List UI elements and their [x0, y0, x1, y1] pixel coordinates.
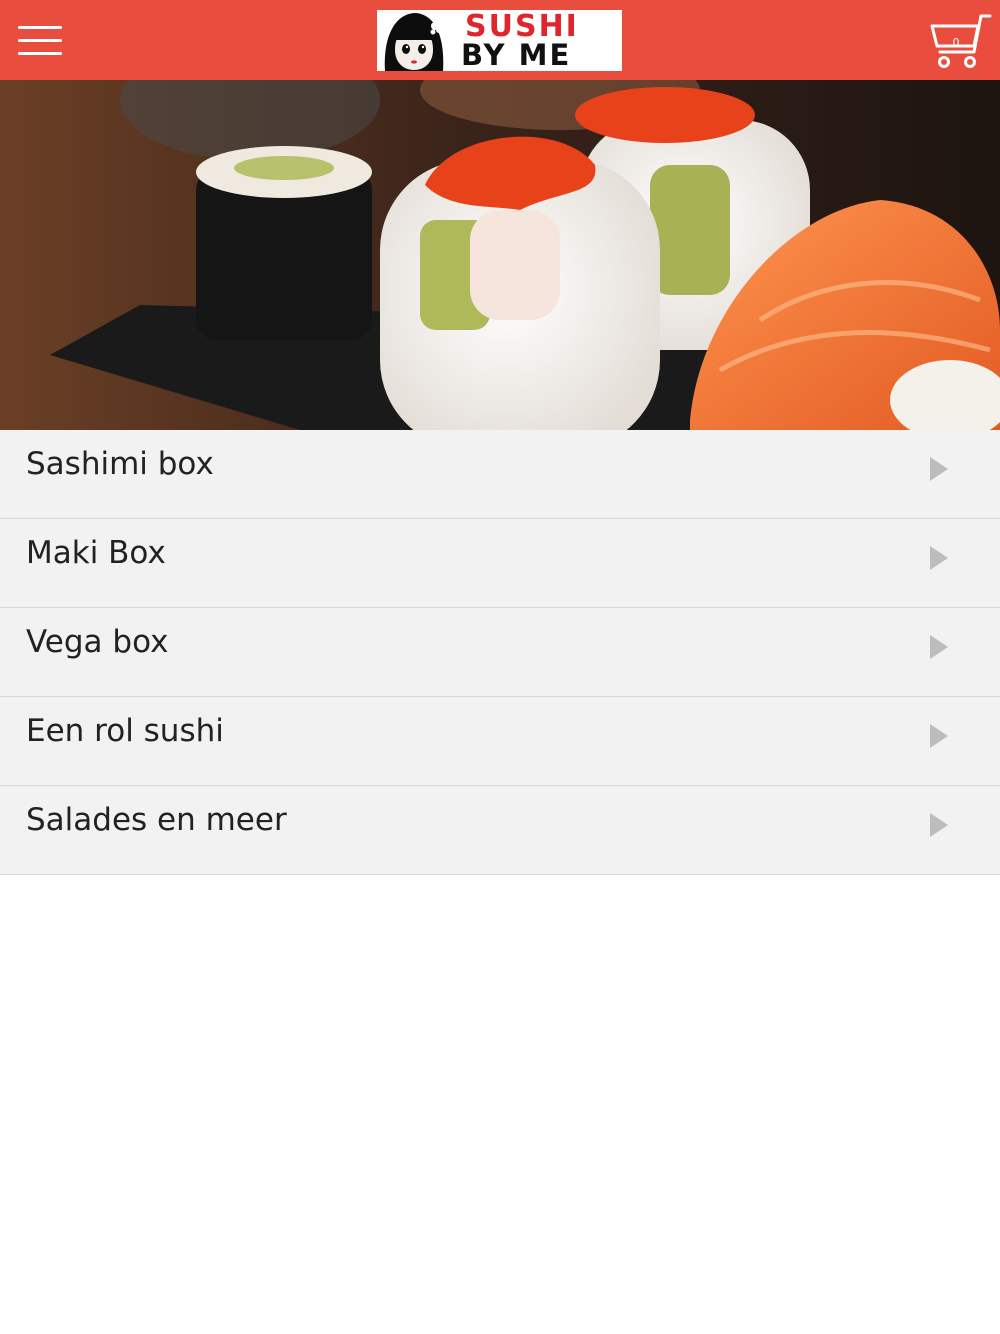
hamburger-menu-button[interactable]: [16, 22, 64, 58]
menu-item-salades-en-meer[interactable]: Salades en meer: [0, 786, 1000, 875]
menu-item-vega-box[interactable]: Vega box: [0, 608, 1000, 697]
category-menu-list: Sashimi box Maki Box Vega box Een rol su…: [0, 430, 1000, 875]
hero-sushi-image: [0, 80, 1000, 430]
chevron-right-icon: [930, 457, 948, 481]
menu-item-label: Maki Box: [26, 535, 166, 571]
chevron-right-icon: [930, 546, 948, 570]
menu-item-label: Sashimi box: [26, 446, 214, 482]
cart-button[interactable]: 0: [928, 12, 992, 70]
hamburger-line: [18, 39, 62, 42]
menu-item-een-rol-sushi[interactable]: Een rol sushi: [0, 697, 1000, 786]
hamburger-line: [18, 52, 62, 55]
hamburger-line: [18, 26, 62, 29]
menu-item-label: Een rol sushi: [26, 713, 224, 749]
menu-item-sashimi-box[interactable]: Sashimi box: [0, 430, 1000, 519]
menu-item-label: Vega box: [26, 624, 169, 660]
app-header: SUSHI BY ME 0: [0, 0, 1000, 80]
sushi-by-me-logo[interactable]: SUSHI BY ME: [377, 10, 622, 71]
chevron-right-icon: [930, 635, 948, 659]
chevron-right-icon: [930, 813, 948, 837]
geisha-face-icon: [377, 10, 449, 71]
chevron-right-icon: [930, 724, 948, 748]
cart-count-badge: 0: [952, 36, 960, 49]
logo-text-by-me: BY ME: [461, 38, 572, 71]
menu-item-maki-box[interactable]: Maki Box: [0, 519, 1000, 608]
menu-item-label: Salades en meer: [26, 802, 287, 838]
